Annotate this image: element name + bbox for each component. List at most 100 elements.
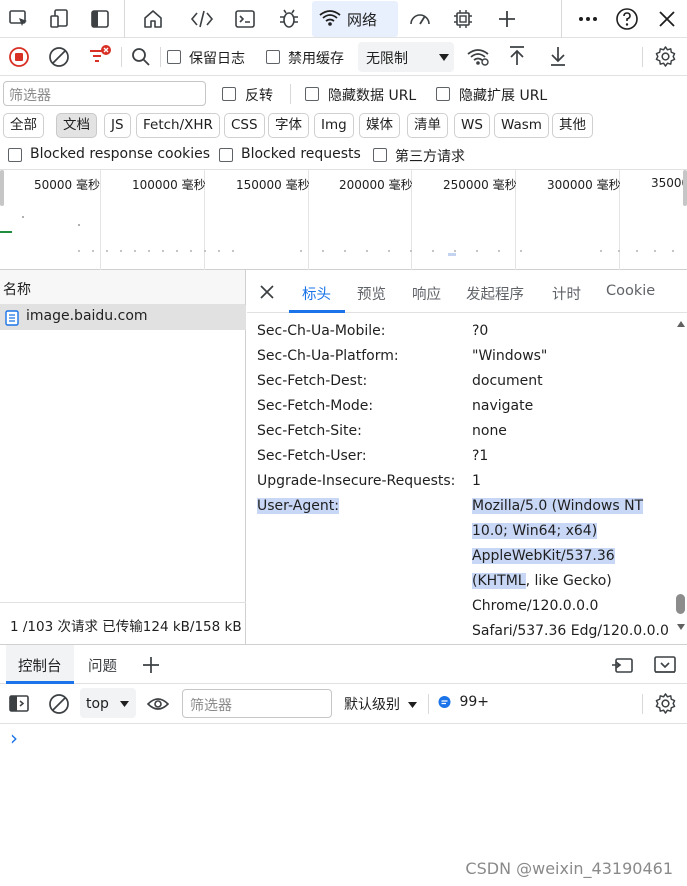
clear-log-icon[interactable]: [48, 46, 70, 68]
context-select[interactable]: top: [80, 688, 136, 718]
issues-counter[interactable]: 99+: [437, 694, 489, 710]
type-chip-doc[interactable]: 文档: [56, 113, 97, 138]
overview-tick-label: 250000 毫秒: [443, 178, 517, 192]
sources-bug-icon[interactable]: [275, 5, 303, 33]
third-party-checkbox[interactable]: [373, 148, 387, 162]
type-chip-other[interactable]: 其他: [552, 113, 593, 138]
invert-checkbox[interactable]: [222, 87, 236, 101]
tab-cookies[interactable]: Cookie: [606, 283, 655, 299]
type-chip-manifest[interactable]: 清单: [407, 113, 448, 138]
add-tab-plus-icon[interactable]: [493, 5, 521, 33]
header-key: Sec-Ch-Ua-Platform:: [257, 348, 399, 364]
overview-left-handle[interactable]: [0, 170, 4, 206]
import-har-upload-icon[interactable]: [507, 45, 527, 67]
live-expression-eye-icon[interactable]: [146, 694, 170, 714]
record-stop-icon[interactable]: [8, 46, 30, 68]
close-devtools-icon[interactable]: [653, 5, 681, 33]
close-details-icon[interactable]: [259, 284, 275, 300]
hide-extension-urls-checkbox[interactable]: [436, 87, 450, 101]
hide-data-urls-checkbox[interactable]: [305, 87, 319, 101]
blocked-requests-label: Blocked requests: [241, 146, 361, 162]
header-value: 1: [472, 473, 481, 489]
blocked-cookies-label: Blocked response cookies: [30, 146, 211, 162]
request-row[interactable]: image.baidu.com: [0, 305, 246, 330]
dropdown-arrow-icon: [407, 701, 418, 709]
tab-preview[interactable]: 预览: [357, 283, 386, 304]
log-levels-dropdown[interactable]: 默认级别: [344, 694, 418, 714]
issues-count: 99+: [459, 694, 489, 710]
performance-gauge-icon[interactable]: [406, 5, 434, 33]
console-sidebar-icon[interactable]: [8, 694, 30, 714]
welcome-home-icon[interactable]: [139, 5, 167, 33]
header-value: ?0: [472, 323, 489, 339]
memory-chip-icon[interactable]: [449, 5, 477, 33]
throttle-value: 无限制: [366, 51, 408, 67]
type-chip-fetch-xhr[interactable]: Fetch/XHR: [136, 113, 220, 138]
preserve-log-label: 保留日志: [189, 51, 245, 67]
console-settings-gear-icon[interactable]: [654, 692, 677, 715]
scrollbar-thumb[interactable]: [676, 594, 685, 614]
invert-label: 反转: [245, 88, 273, 104]
more-options-icon[interactable]: [574, 5, 602, 33]
user-agent-unselected-part: , like Gecko): [525, 573, 612, 589]
dock-drawer-icon[interactable]: [610, 654, 634, 676]
tab-initiator[interactable]: 发起程序: [466, 283, 524, 304]
console-prompt-chevron: ›: [10, 726, 18, 750]
elements-code-icon[interactable]: [188, 5, 216, 33]
console-filter-input[interactable]: 筛选器: [182, 689, 332, 718]
preserve-log-checkbox[interactable]: [167, 50, 181, 64]
throttle-select[interactable]: 无限制: [358, 42, 454, 72]
type-chip-js[interactable]: JS: [104, 113, 131, 138]
network-toolbar: 保留日志 禁用缓存 无限制: [0, 38, 687, 76]
type-chip-wasm[interactable]: Wasm: [494, 113, 549, 138]
disable-cache-checkbox[interactable]: [266, 50, 280, 64]
header-value-user-agent-line: Chrome/120.0.0.0: [472, 598, 599, 614]
dock-side-icon[interactable]: [86, 5, 114, 33]
issue-message-icon: [437, 695, 452, 710]
type-chip-css[interactable]: CSS: [224, 113, 265, 138]
console-output[interactable]: › CSDN @weixin_43190461: [0, 724, 687, 886]
device-toolbar-icon[interactable]: [46, 5, 74, 33]
overview-right-handle[interactable]: [683, 170, 687, 206]
scroll-up-arrow-icon[interactable]: [676, 320, 686, 328]
drawer-tab-console[interactable]: 控制台: [6, 645, 74, 684]
header-key: Upgrade-Insecure-Requests:: [257, 473, 456, 489]
filter-toggle-icon[interactable]: [87, 44, 113, 68]
type-chip-img[interactable]: Img: [314, 113, 354, 138]
tab-response[interactable]: 响应: [412, 283, 441, 304]
type-chip-ws[interactable]: WS: [454, 113, 490, 138]
close-drawer-icon[interactable]: [653, 654, 677, 676]
type-chip-media[interactable]: 媒体: [359, 113, 400, 138]
inspect-element-icon[interactable]: [5, 5, 33, 33]
hide-data-urls-label: 隐藏数据 URL: [328, 88, 417, 104]
header-value-user-agent-line: 10.0; Win64; x64): [472, 523, 598, 539]
scroll-down-arrow-icon[interactable]: [676, 623, 686, 631]
network-overview-timeline[interactable]: 50000 毫秒 100000 毫秒 150000 毫秒 200000 毫秒 2…: [0, 170, 687, 270]
blocked-requests-checkbox[interactable]: [219, 148, 233, 162]
blocked-cookies-checkbox[interactable]: [8, 148, 22, 162]
tab-network[interactable]: 网络: [312, 1, 398, 37]
resource-type-filters: 全部 文档 JS Fetch/XHR CSS 字体 Img 媒体 清单 WS W…: [0, 110, 687, 142]
drawer-tab-issues[interactable]: 问题: [88, 655, 117, 676]
type-chip-all[interactable]: 全部: [3, 113, 44, 138]
export-har-download-icon[interactable]: [548, 45, 568, 67]
tab-timing[interactable]: 计时: [552, 283, 581, 304]
network-settings-gear-icon[interactable]: [654, 45, 677, 68]
console-icon[interactable]: [231, 5, 259, 33]
clear-console-icon[interactable]: [48, 693, 70, 715]
network-conditions-icon[interactable]: [466, 46, 490, 68]
search-icon[interactable]: [130, 46, 152, 68]
request-name-column-header[interactable]: 名称: [0, 270, 245, 305]
filter-input[interactable]: 筛选器: [3, 81, 206, 106]
help-icon[interactable]: [613, 5, 641, 33]
request-headers-list: Sec-Ch-Ua-Mobile: ?0 Sec-Ch-Ua-Platform:…: [247, 313, 675, 644]
tab-headers[interactable]: 标头: [302, 283, 331, 304]
headers-scrollbar[interactable]: [675, 320, 687, 632]
overview-tick-label: 35000: [651, 176, 687, 190]
overview-tick-label: 300000 毫秒: [547, 178, 621, 192]
request-summary-status: 1 /103 次请求 已传输124 kB/158 kB: [0, 602, 246, 644]
add-drawer-tab-plus-icon[interactable]: [141, 655, 161, 675]
header-value: navigate: [472, 398, 534, 414]
type-chip-font[interactable]: 字体: [268, 113, 309, 138]
filter-row: 筛选器 反转 隐藏数据 URL 隐藏扩展 URL: [0, 76, 687, 110]
